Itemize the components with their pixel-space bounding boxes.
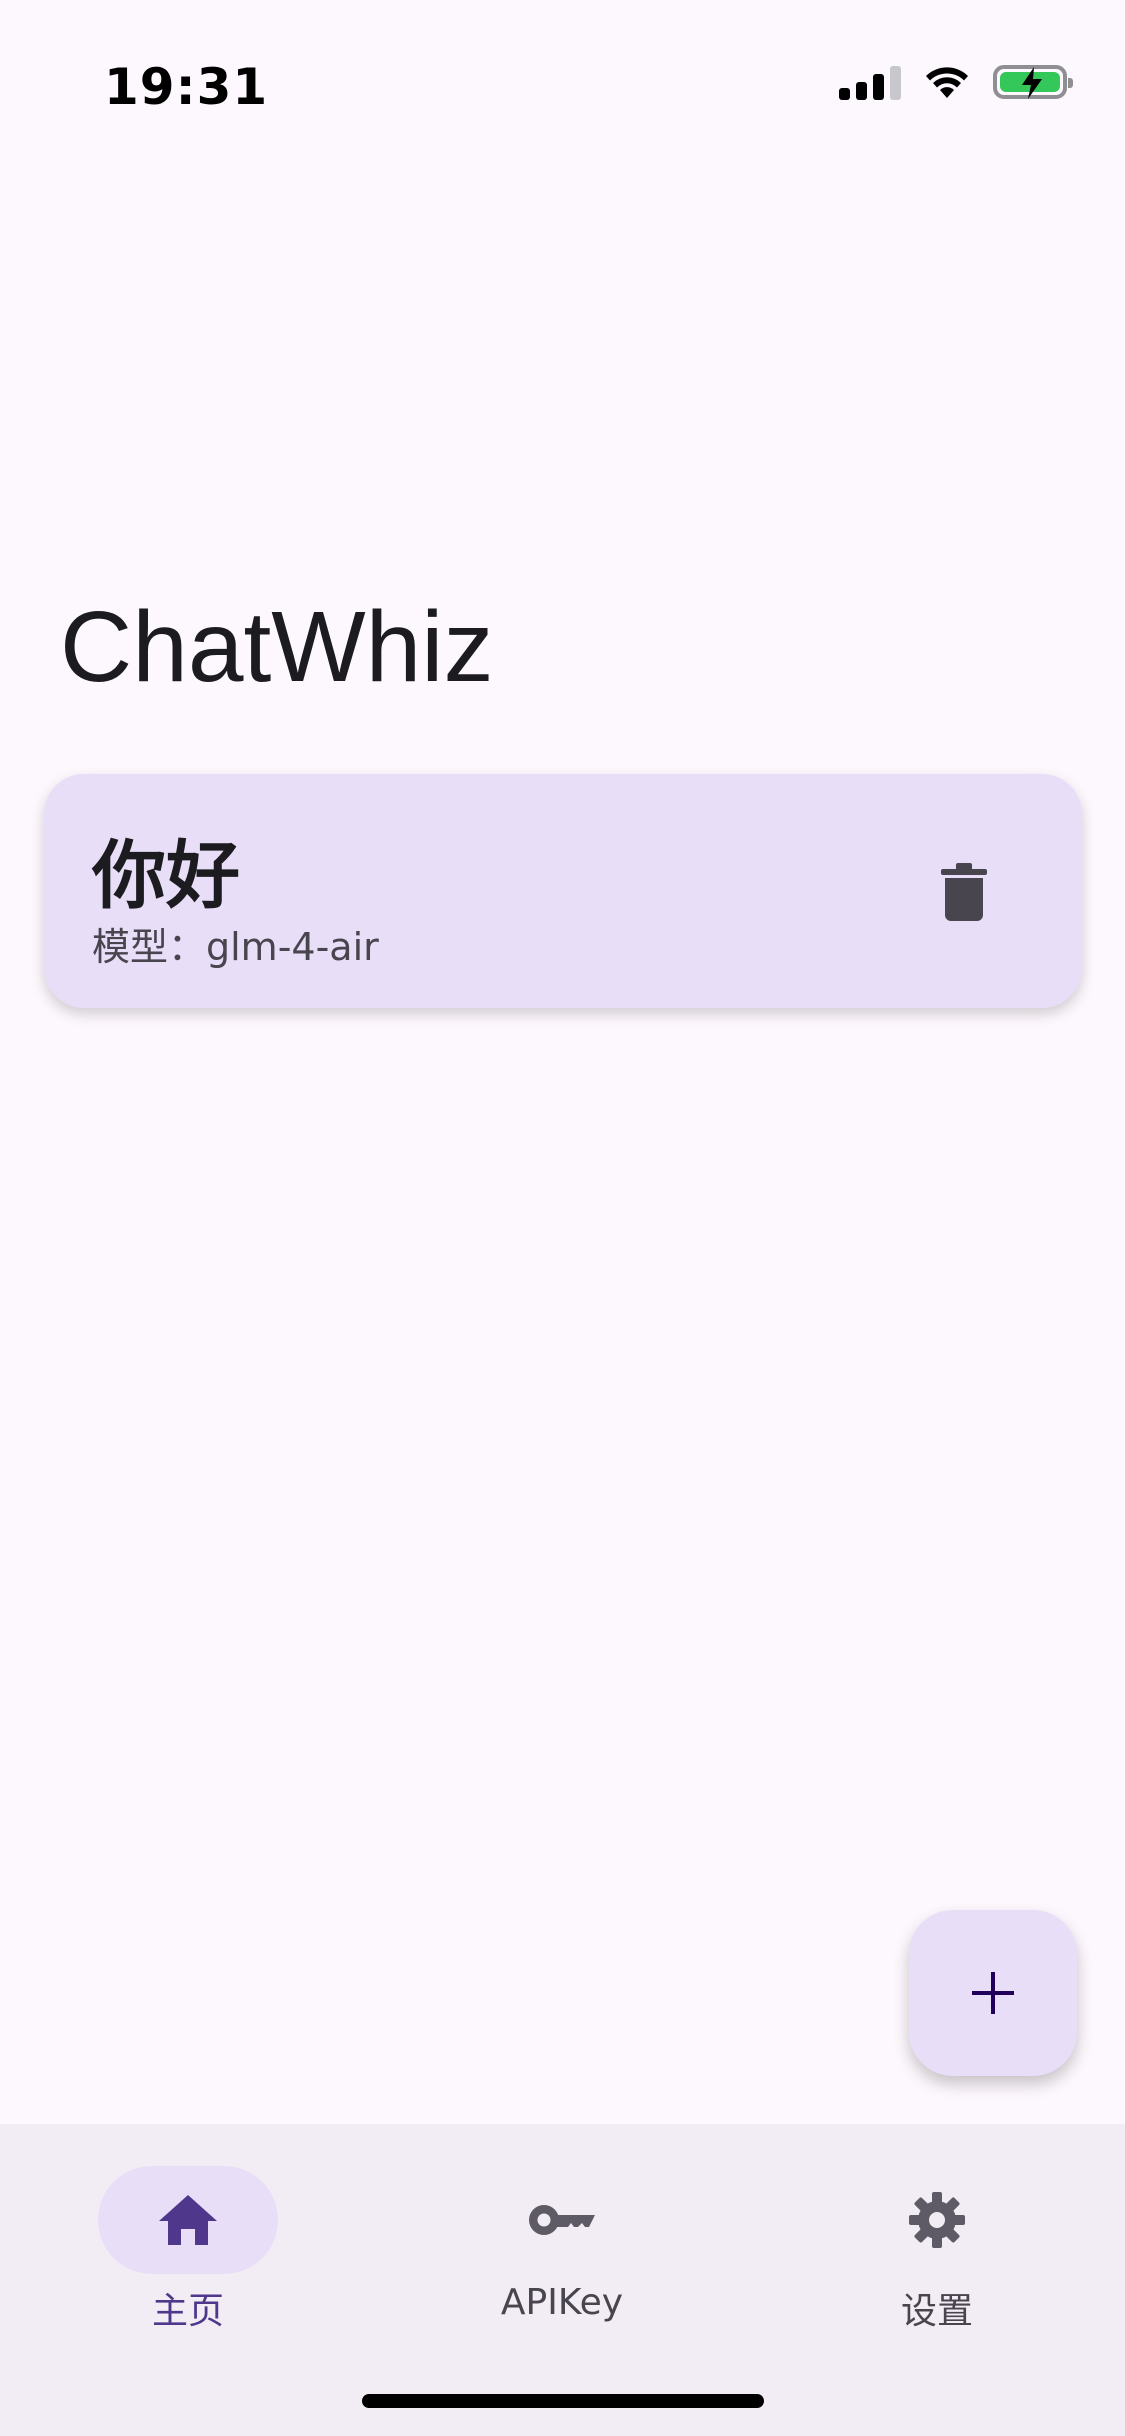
nav-item-apikey[interactable]: APIKey xyxy=(440,2144,700,2323)
chat-list-item[interactable]: 你好 模型：glm-4-air xyxy=(44,774,1082,1008)
nav-pill xyxy=(472,2166,652,2274)
bottom-navigation: 主页 APIKey 设置 xyxy=(0,2124,1125,2436)
nav-item-settings[interactable]: 设置 xyxy=(815,2144,1075,2332)
chat-model-label: 模型：glm-4-air xyxy=(92,925,379,969)
chat-title: 你好 xyxy=(92,833,240,919)
delete-button[interactable] xyxy=(936,860,992,924)
status-icons xyxy=(839,64,1073,100)
plus-icon xyxy=(972,1972,1014,2014)
trash-icon xyxy=(941,863,987,921)
home-indicator xyxy=(362,2394,764,2408)
key-icon xyxy=(529,2205,595,2235)
nav-item-home[interactable]: 主页 xyxy=(66,2144,326,2332)
battery-icon xyxy=(993,65,1073,99)
nav-active-indicator xyxy=(98,2166,278,2274)
nav-label-apikey: APIKey xyxy=(500,2282,624,2323)
nav-pill xyxy=(847,2166,1027,2274)
wifi-icon xyxy=(926,67,968,98)
new-chat-button[interactable] xyxy=(909,1910,1077,2076)
nav-label-home: 主页 xyxy=(151,2291,224,2332)
gear-icon xyxy=(909,2192,965,2248)
nav-label-settings: 设置 xyxy=(900,2291,973,2332)
status-time: 19:31 xyxy=(104,58,269,116)
cellular-signal-icon xyxy=(839,64,901,100)
home-icon xyxy=(159,2195,217,2245)
status-bar: 19:31 xyxy=(0,0,1125,150)
page-title: ChatWhiz xyxy=(60,591,494,703)
